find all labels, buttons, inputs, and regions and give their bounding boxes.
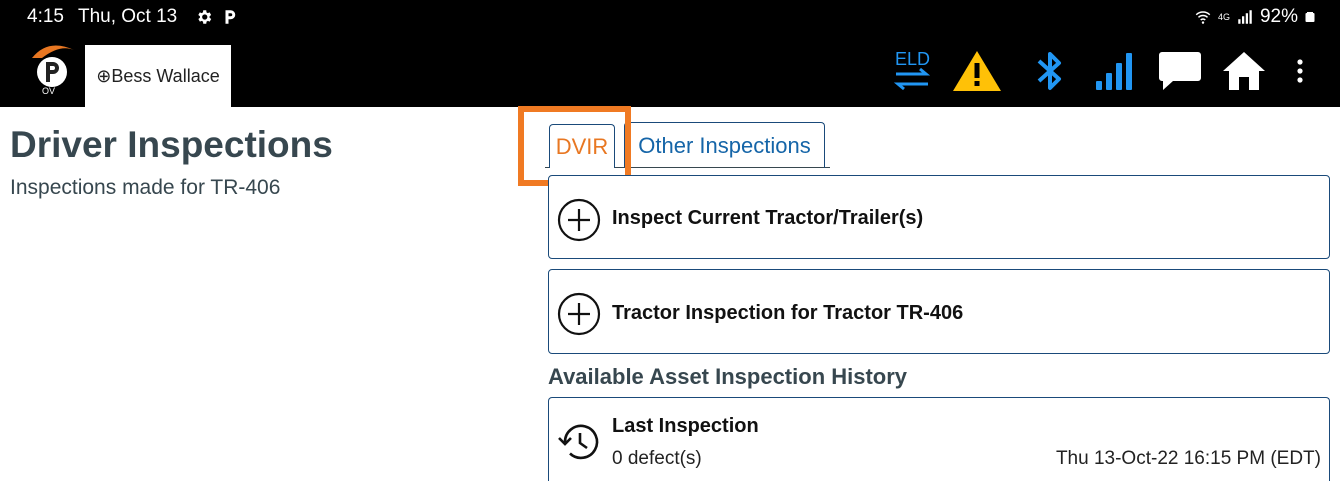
battery-icon	[1305, 12, 1315, 22]
app-logo[interactable]: OV	[30, 40, 78, 98]
eld-label: ELD	[895, 49, 930, 69]
more-vert-icon	[1297, 58, 1303, 83]
tab-highlight-annotation	[518, 106, 631, 186]
wifi-call-icon	[1195, 11, 1211, 24]
inspect-current-card[interactable]: Inspect Current Tractor/Trailer(s)	[548, 175, 1330, 259]
page-title: Driver Inspections	[10, 124, 333, 165]
last-inspection-card[interactable]: Last Inspection 0 defect(s) Thu 13-Oct-2…	[548, 397, 1330, 481]
warning-icon	[953, 50, 1001, 91]
bluetooth-button[interactable]	[1030, 34, 1070, 107]
status-time: 4:15	[27, 6, 64, 27]
status-right: 4G 92%	[1194, 6, 1316, 28]
add-circle-icon	[557, 292, 601, 336]
home-icon	[1223, 51, 1265, 90]
status-bar: 4:15 Thu, Oct 13 4G 92%	[0, 0, 1340, 34]
app-bar: OV ⊕Bess Wallace ELD	[0, 34, 1340, 107]
history-icon	[558, 424, 599, 460]
status-left: 4:15 Thu, Oct 13	[27, 6, 239, 28]
overflow-menu-button[interactable]	[1287, 34, 1313, 107]
tab-other-inspections-label: Other Inspections	[638, 132, 811, 158]
logo-sub-text: OV	[42, 86, 55, 96]
tractor-inspection-label: Tractor Inspection for Tractor TR-406	[612, 302, 964, 324]
tractor-inspection-card[interactable]: Tractor Inspection for Tractor TR-406	[548, 269, 1330, 354]
messages-button[interactable]	[1156, 34, 1204, 107]
status-date: Thu, Oct 13	[77, 6, 178, 27]
network-type-label: 4G	[1217, 12, 1230, 22]
parking-icon	[225, 10, 236, 24]
tab-other-inspections[interactable]: Other Inspections	[624, 122, 825, 168]
history-section-title: Available Asset Inspection History	[548, 364, 908, 389]
inspect-current-label: Inspect Current Tractor/Trailer(s)	[612, 207, 924, 229]
gear-icon	[198, 10, 212, 24]
cell-signal-icon	[1238, 10, 1252, 24]
eld-sync-button[interactable]: ELD	[888, 34, 938, 107]
bluetooth-icon	[1037, 51, 1061, 90]
eld-sync-icon: ELD	[893, 49, 931, 90]
signal-button[interactable]	[1092, 34, 1140, 107]
battery-percent: 92%	[1259, 6, 1298, 27]
last-inspection-defects: 0 defect(s)	[612, 448, 702, 469]
signal-icon	[1096, 52, 1132, 90]
warning-button[interactable]	[951, 34, 1003, 107]
add-circle-icon	[557, 198, 601, 242]
driver-name: ⊕Bess Wallace	[96, 65, 220, 86]
home-button[interactable]	[1220, 34, 1268, 107]
message-icon	[1159, 51, 1201, 90]
page-subtitle: Inspections made for TR-406	[10, 176, 281, 199]
last-inspection-title: Last Inspection	[612, 415, 759, 437]
driver-tab[interactable]: ⊕Bess Wallace	[85, 45, 231, 107]
last-inspection-date: Thu 13-Oct-22 16:15 PM (EDT)	[1055, 448, 1321, 469]
